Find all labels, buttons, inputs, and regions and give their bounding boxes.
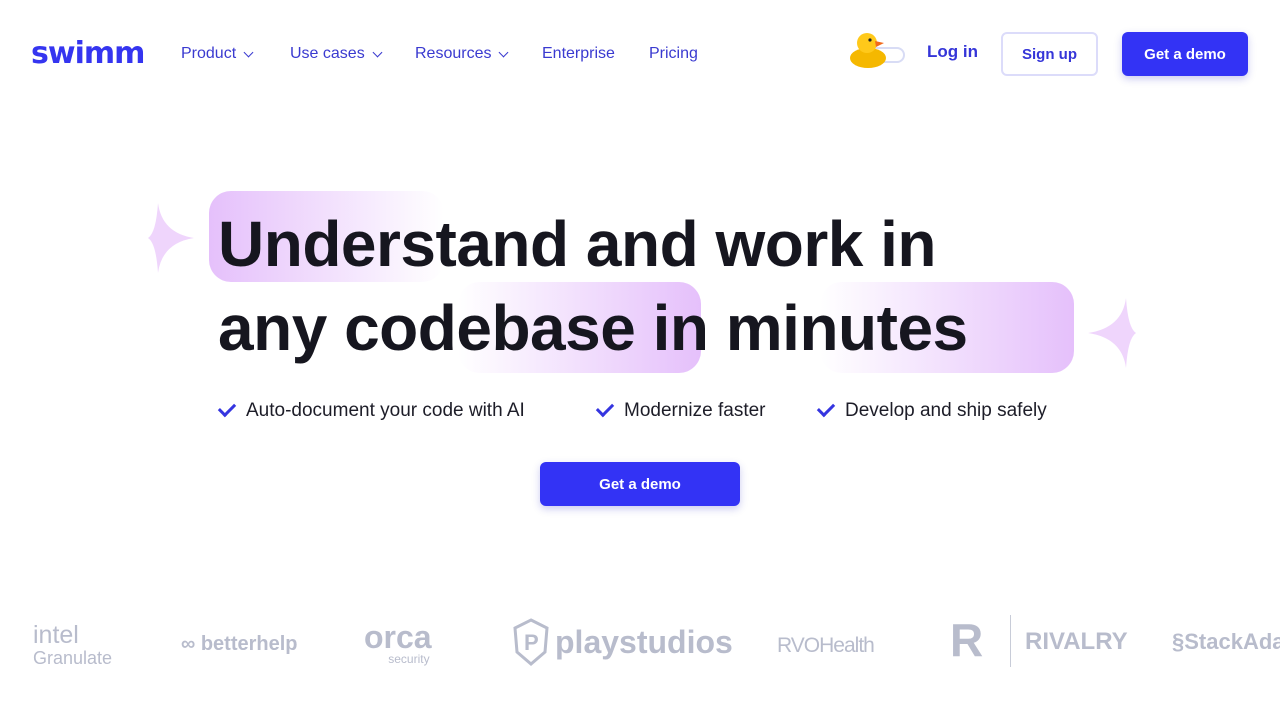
- chevron-down-icon: [243, 47, 254, 57]
- logo-orca-security: orca security: [364, 619, 432, 666]
- shield-p-icon: P: [513, 618, 549, 666]
- divider: [1010, 615, 1011, 667]
- nav-resources[interactable]: Resources: [415, 45, 509, 63]
- headline-line-2: any codebase in minutes: [218, 292, 968, 364]
- get-demo-header-button[interactable]: Get a demo: [1122, 32, 1248, 76]
- logo-intel-granulate: intel Granulate: [33, 621, 113, 668]
- signup-button[interactable]: Sign up: [1001, 32, 1098, 76]
- nav-product[interactable]: Product: [181, 45, 254, 63]
- logo-rvohealth: RVOHealth: [777, 634, 875, 657]
- logo-betterhelp: ∞ betterhelp: [181, 633, 298, 655]
- login-link[interactable]: Log in: [927, 42, 978, 62]
- check-icon: [595, 398, 615, 418]
- sparkle-icon: [148, 203, 194, 273]
- nav-label: Product: [181, 45, 237, 62]
- logo-rivalry: RIVALRY: [1025, 628, 1128, 655]
- feature-item: Modernize faster: [595, 398, 766, 422]
- rubber-duck-icon: [850, 33, 905, 68]
- nav-use-cases[interactable]: Use cases: [290, 45, 383, 63]
- check-icon: [816, 398, 836, 418]
- nav-pricing[interactable]: Pricing: [649, 45, 698, 63]
- headline-line-1: Understand and work in: [218, 208, 936, 280]
- logo-rivalry-mark: R: [950, 614, 984, 666]
- feature-item: Develop and ship safely: [816, 398, 1047, 422]
- sparkle-icon: [1088, 298, 1136, 368]
- get-demo-hero-button[interactable]: Get a demo: [540, 462, 740, 506]
- chevron-down-icon: [499, 47, 509, 57]
- feature-item: Auto-document your code with AI: [217, 398, 525, 422]
- nav-label: Resources: [415, 45, 492, 62]
- nav-label: Use cases: [290, 45, 365, 62]
- duck-mode-toggle[interactable]: [848, 28, 906, 70]
- swimm-logo[interactable]: swimm: [31, 36, 145, 71]
- chevron-down-icon: [372, 47, 383, 57]
- nav-enterprise[interactable]: Enterprise: [542, 45, 615, 63]
- logo-playstudios: Pplaystudios: [513, 618, 733, 666]
- logo-stackadapt: §StackAdapt: [1172, 629, 1280, 654]
- check-icon: [217, 398, 237, 418]
- svg-text:P: P: [524, 630, 539, 655]
